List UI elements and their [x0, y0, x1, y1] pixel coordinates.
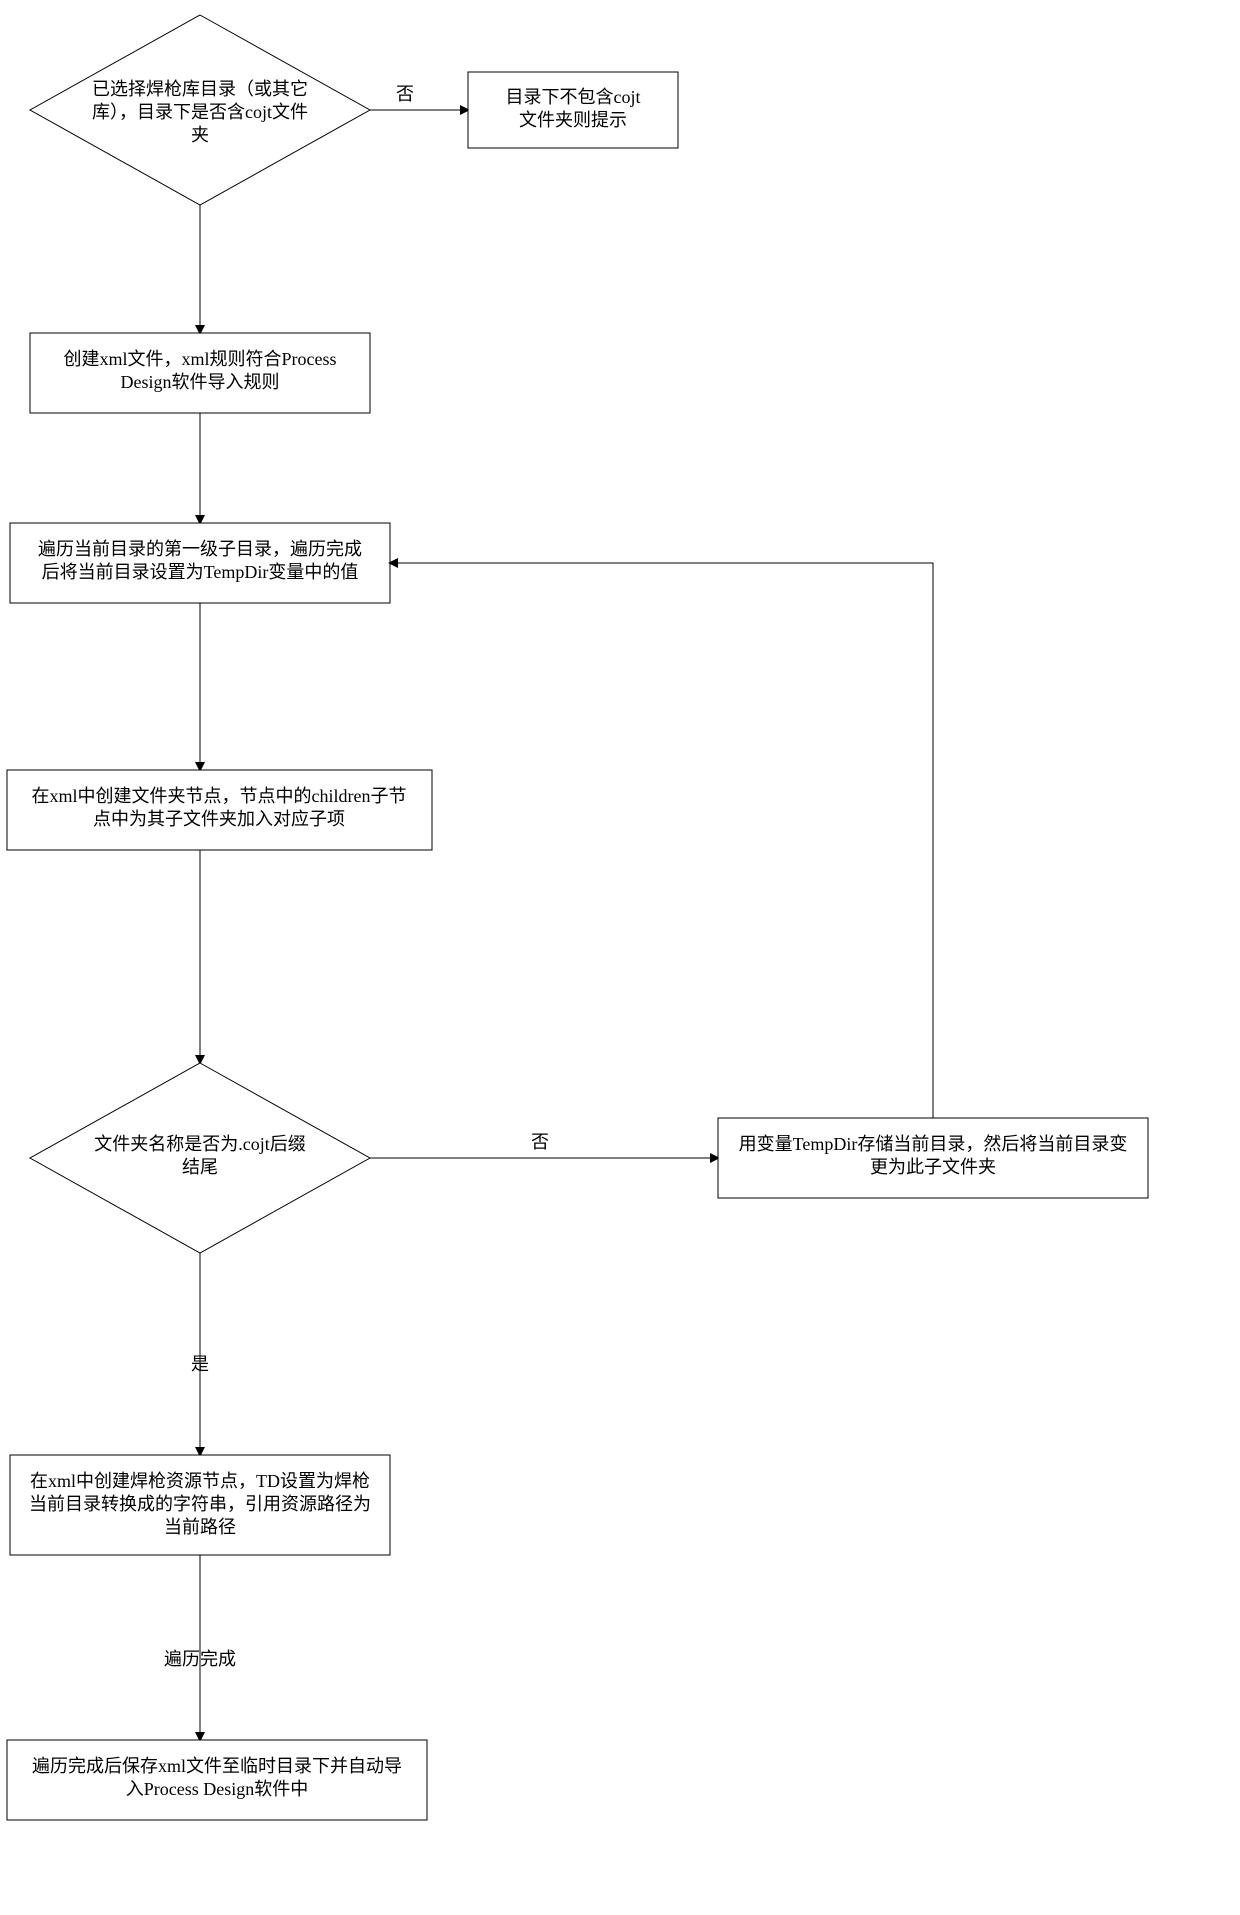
- decision-contains-cojt: 已选择焊枪库目录（或其它 库），目录下是否含cojt文件 夹: [30, 15, 370, 205]
- process-create-resource-node: 在xml中创建焊枪资源节点，TD设置为焊枪 当前目录转换成的字符串，引用资源路径…: [10, 1455, 390, 1555]
- d2-l1: 文件夹名称是否为.cojt后缀: [94, 1134, 306, 1154]
- td-l2: 更为此子文件夹: [870, 1157, 996, 1177]
- fin-l2: 入Process Design软件中: [126, 1779, 309, 1799]
- d2-l2: 结尾: [182, 1157, 218, 1177]
- edge-tempdir-loop: [390, 563, 933, 1118]
- cx-l1: 创建xml文件，xml规则符合Process: [64, 349, 337, 369]
- ch-l2: 点中为其子文件夹加入对应子项: [93, 809, 345, 829]
- res-l2: 当前目录转换成的字符串，引用资源路径为: [29, 1494, 371, 1514]
- process-traverse-dir: 遍历当前目录的第一级子目录，遍历完成 后将当前目录设置为TempDir变量中的值: [10, 523, 390, 603]
- res-l1: 在xml中创建焊枪资源节点，TD设置为焊枪: [30, 1471, 370, 1491]
- label-no-2: 否: [531, 1132, 549, 1152]
- label-yes: 是: [191, 1354, 209, 1374]
- ch-l1: 在xml中创建文件夹节点，节点中的children子节: [32, 786, 407, 806]
- trav-l2: 后将当前目录设置为TempDir变量中的值: [42, 562, 359, 582]
- process-create-xml: 创建xml文件，xml规则符合Process Design软件导入规则: [30, 333, 370, 413]
- d1-l3: 夹: [191, 125, 209, 145]
- process-save-import: 遍历完成后保存xml文件至临时目录下并自动导 入Process Design软件…: [7, 1740, 427, 1820]
- label-done: 遍历完成: [164, 1649, 236, 1669]
- td-l1: 用变量TempDir存储当前目录，然后将当前目录变: [739, 1134, 1128, 1154]
- prompt-l1: 目录下不包含cojt: [506, 87, 641, 107]
- label-no-1: 否: [396, 84, 414, 104]
- cx-l2: Design软件导入规则: [121, 372, 280, 392]
- process-create-children-node: 在xml中创建文件夹节点，节点中的children子节 点中为其子文件夹加入对应…: [7, 770, 432, 850]
- d1-l2: 库），目录下是否含cojt文件: [92, 102, 308, 122]
- process-store-tempdir: 用变量TempDir存储当前目录，然后将当前目录变 更为此子文件夹: [718, 1118, 1148, 1198]
- d1-l1: 已选择焊枪库目录（或其它: [92, 79, 308, 99]
- fin-l1: 遍历完成后保存xml文件至临时目录下并自动导: [32, 1756, 402, 1776]
- res-l3: 当前路径: [164, 1517, 236, 1537]
- decision-cojt-suffix: 文件夹名称是否为.cojt后缀 结尾: [30, 1063, 370, 1253]
- prompt-l2: 文件夹则提示: [519, 110, 627, 130]
- process-prompt-no-cojt: 目录下不包含cojt 文件夹则提示: [468, 72, 678, 148]
- trav-l1: 遍历当前目录的第一级子目录，遍历完成: [38, 539, 362, 559]
